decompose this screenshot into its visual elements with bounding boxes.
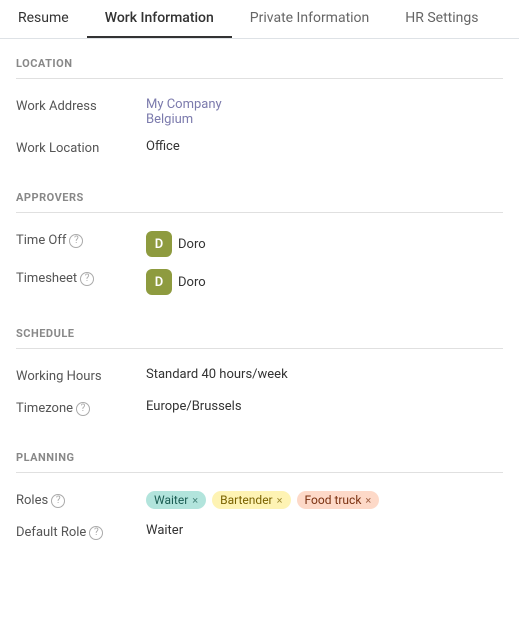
working-hours-label: Working Hours <box>16 367 146 384</box>
work-location-row: Work Location Office <box>16 133 503 165</box>
time-off-row: Time Off? D Doro <box>16 225 503 263</box>
roles-value: Waiter × Bartender × Food truck × <box>146 491 503 509</box>
work-address-label: Work Address <box>16 97 146 114</box>
timesheet-label: Timesheet? <box>16 269 146 286</box>
roles-row: Roles? Waiter × Bartender × Food truck × <box>16 485 503 517</box>
tag-bartender: Bartender × <box>212 491 290 509</box>
timesheet-help-icon[interactable]: ? <box>80 272 94 286</box>
time-off-value: D Doro <box>146 231 503 257</box>
default-role-row: Default Role? Waiter <box>16 517 503 549</box>
timesheet-value: D Doro <box>146 269 503 295</box>
working-hours-value: Standard 40 hours/week <box>146 367 503 382</box>
time-off-approver-name: Doro <box>178 237 206 252</box>
schedule-section: SCHEDULE Working Hours Standard 40 hours… <box>0 309 519 425</box>
time-off-avatar: D <box>146 231 172 257</box>
approvers-section-title: APPROVERS <box>16 173 503 213</box>
tag-bartender-remove[interactable]: × <box>277 494 283 507</box>
location-section: LOCATION Work Address My Company Belgium… <box>0 39 519 165</box>
tab-private-information[interactable]: Private Information <box>232 0 387 38</box>
default-role-help-icon[interactable]: ? <box>89 526 103 540</box>
tag-waiter: Waiter × <box>146 491 206 509</box>
tag-bartender-label: Bartender <box>220 493 272 507</box>
roles-tags: Waiter × Bartender × Food truck × <box>146 491 503 509</box>
timezone-help-icon[interactable]: ? <box>76 402 90 416</box>
time-off-approver: D Doro <box>146 231 206 257</box>
tab-work-information[interactable]: Work Information <box>87 0 232 38</box>
tab-resume[interactable]: Resume <box>0 0 87 38</box>
planning-section-title: PLANNING <box>16 433 503 473</box>
work-address-row: Work Address My Company Belgium <box>16 91 503 133</box>
timesheet-approver-name: Doro <box>178 275 206 290</box>
working-hours-row: Working Hours Standard 40 hours/week <box>16 361 503 393</box>
default-role-label: Default Role? <box>16 523 146 540</box>
time-off-label: Time Off? <box>16 231 146 248</box>
tag-foodtruck-remove[interactable]: × <box>365 494 371 507</box>
work-address-line1[interactable]: My Company <box>146 97 222 112</box>
planning-section: PLANNING Roles? Waiter × Bartender × Foo… <box>0 433 519 549</box>
roles-help-icon[interactable]: ? <box>51 494 65 508</box>
default-role-value: Waiter <box>146 523 503 538</box>
location-section-title: LOCATION <box>16 39 503 79</box>
time-off-help-icon[interactable]: ? <box>69 234 83 248</box>
tag-foodtruck: Food truck × <box>297 491 380 509</box>
approvers-section: APPROVERS Time Off? D Doro Timesheet? D … <box>0 173 519 301</box>
work-location-value: Office <box>146 139 503 154</box>
timesheet-approver: D Doro <box>146 269 206 295</box>
timezone-label: Timezone? <box>16 399 146 416</box>
timezone-row: Timezone? Europe/Brussels <box>16 393 503 425</box>
tag-foodtruck-label: Food truck <box>305 493 362 507</box>
timesheet-avatar: D <box>146 269 172 295</box>
schedule-section-title: SCHEDULE <box>16 309 503 349</box>
work-address-value: My Company Belgium <box>146 97 503 127</box>
roles-label: Roles? <box>16 491 146 508</box>
tag-waiter-remove[interactable]: × <box>192 494 198 507</box>
work-location-label: Work Location <box>16 139 146 156</box>
timesheet-row: Timesheet? D Doro <box>16 263 503 301</box>
tag-waiter-label: Waiter <box>154 493 188 507</box>
work-address-line2[interactable]: Belgium <box>146 112 193 127</box>
tab-hr-settings[interactable]: HR Settings <box>387 0 496 38</box>
timezone-value: Europe/Brussels <box>146 399 503 414</box>
tab-bar: Resume Work Information Private Informat… <box>0 0 519 39</box>
